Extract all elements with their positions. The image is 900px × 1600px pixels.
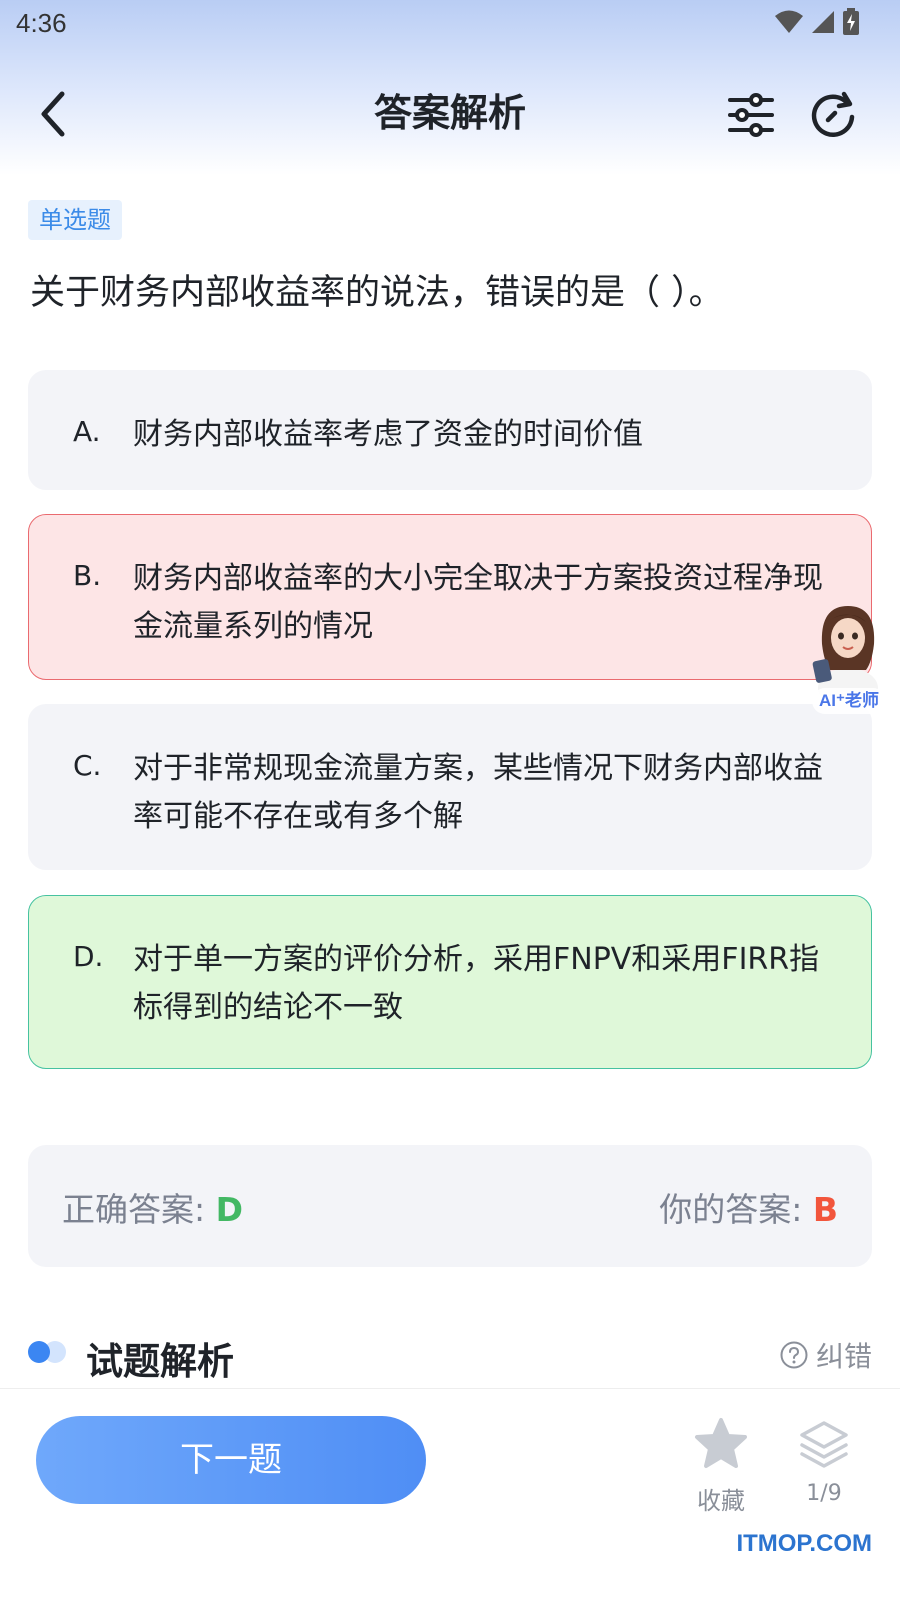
redo-button[interactable] xyxy=(808,90,858,140)
battery-icon xyxy=(843,8,859,35)
header: 答案解析 xyxy=(0,72,900,152)
section-marker-icon xyxy=(28,1341,66,1363)
option-letter: C. xyxy=(73,749,102,782)
option-c[interactable]: C. 对于非常规现金流量方案，某些情况下财务内部收益率可能不存在或有多个解 xyxy=(28,704,872,870)
question-text: 关于财务内部收益率的说法，错误的是（ ）。 xyxy=(30,273,724,313)
question-circle-icon xyxy=(780,1341,808,1369)
your-answer: 你的答案: B xyxy=(659,1183,838,1231)
your-answer-label: 你的答案: xyxy=(659,1190,813,1229)
option-d[interactable]: D. 对于单一方案的评价分析，采用FNPV和采用FIRR指标得到的结论不一致 xyxy=(28,895,872,1069)
status-bar: 4:36 xyxy=(0,0,900,48)
layers-icon xyxy=(800,1421,848,1468)
report-error-button[interactable]: 纠错 xyxy=(780,1335,872,1375)
correct-answer-value: D xyxy=(215,1190,244,1229)
correct-answer: 正确答案: D xyxy=(62,1183,243,1231)
option-letter: A. xyxy=(73,415,101,448)
star-icon xyxy=(695,1418,747,1468)
filter-button[interactable] xyxy=(726,90,776,140)
ai-teacher-button[interactable]: AI⁺老师 xyxy=(808,600,888,720)
question-list-button[interactable]: 1/9 xyxy=(790,1417,858,1517)
option-letter: D. xyxy=(73,940,104,973)
option-text: 对于单一方案的评价分析，采用FNPV和采用FIRR指标得到的结论不一致 xyxy=(133,942,820,1025)
answer-summary: 正确答案: D 你的答案: B xyxy=(28,1145,872,1267)
report-error-label: 纠错 xyxy=(815,1340,872,1373)
correct-answer-label: 正确答案: xyxy=(62,1190,216,1229)
redo-icon xyxy=(811,91,855,137)
question-type-tag: 单选题 xyxy=(28,200,122,240)
ai-teacher-avatar-icon xyxy=(812,606,878,708)
option-b[interactable]: B. 财务内部收益率的大小完全取决于方案投资过程净现金流量系列的情况 xyxy=(28,514,872,680)
ai-teacher-label: AI⁺老师 xyxy=(812,688,886,714)
option-a[interactable]: A. 财务内部收益率考虑了资金的时间价值 xyxy=(28,370,872,490)
status-time: 4:36 xyxy=(16,8,67,38)
option-letter: B. xyxy=(73,559,102,592)
sliders-icon xyxy=(728,93,774,137)
favorite-label: 收藏 xyxy=(697,1487,745,1515)
option-text: 对于非常规现金流量方案，某些情况下财务内部收益率可能不存在或有多个解 xyxy=(133,751,823,834)
favorite-button[interactable]: 收藏 xyxy=(688,1417,754,1517)
option-text: 财务内部收益率考虑了资金的时间价值 xyxy=(133,417,643,452)
signal-icon xyxy=(812,11,834,33)
next-question-button[interactable]: 下一题 xyxy=(36,1416,426,1504)
status-icons xyxy=(774,8,860,36)
analysis-section-header: 试题解析 纠错 xyxy=(28,1325,872,1385)
progress-counter: 1/9 xyxy=(806,1481,842,1506)
wifi-icon xyxy=(775,10,803,33)
option-text: 财务内部收益率的大小完全取决于方案投资过程净现金流量系列的情况 xyxy=(133,561,823,644)
your-answer-value: B xyxy=(812,1190,838,1229)
analysis-title: 试题解析 xyxy=(86,1340,234,1383)
bottom-bar: 下一题 收藏 1/9 xyxy=(0,1388,900,1600)
watermark: ITMOP.COM xyxy=(736,1530,872,1557)
